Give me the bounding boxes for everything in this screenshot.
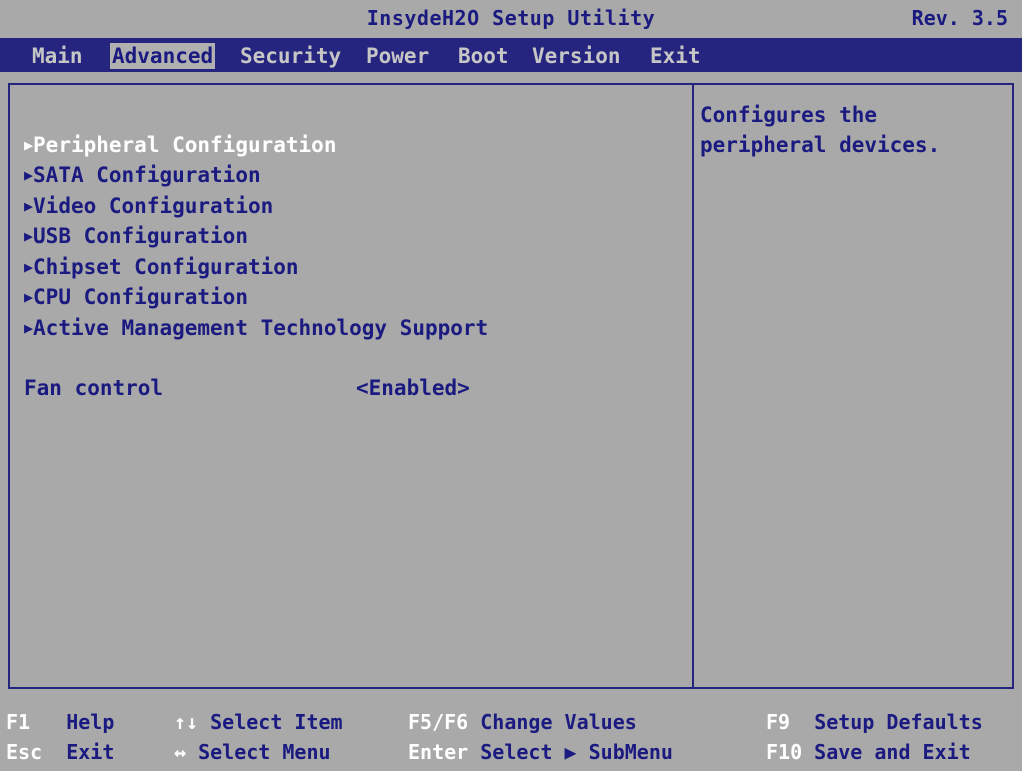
key-desc: Select Item (210, 710, 343, 734)
item-label: USB Configuration (33, 224, 248, 248)
right-triangle-icon: ▶ (24, 319, 34, 337)
right-triangle-icon: ▶ (24, 227, 34, 245)
tab-exit[interactable]: Exit (648, 43, 703, 69)
item-label: CPU Configuration (33, 285, 248, 309)
key-esc: Esc (6, 740, 43, 764)
key-enter: Enter (408, 740, 469, 764)
footer-change-values: F5/F6 Change Values (408, 710, 637, 734)
right-triangle-icon: ▶ (24, 258, 34, 276)
menu-item-chipset-configuration[interactable]: ▶Chipset Configuration (24, 255, 299, 279)
right-triangle-icon: ▶ (24, 288, 34, 306)
footer-select-menu: ↔ Select Menu (174, 740, 331, 764)
fan-control-value[interactable]: <Enabled> (356, 376, 470, 400)
item-label: Active Management Technology Support (33, 316, 489, 340)
key-f5-f6: F5/F6 (408, 710, 469, 734)
item-label: SATA Configuration (33, 163, 261, 187)
item-label: Video Configuration (33, 194, 274, 218)
fan-control-label[interactable]: Fan control (24, 376, 163, 400)
menu-item-amt-support[interactable]: ▶Active Management Technology Support (24, 316, 488, 340)
tab-security[interactable]: Security (238, 43, 343, 69)
key-f10: F10 (766, 740, 803, 764)
menu-bar: Main Advanced Security Power Boot Versio… (0, 38, 1022, 72)
tab-version[interactable]: Version (530, 43, 623, 69)
help-text-line-1: Configures the (700, 103, 878, 127)
right-triangle-icon: ▶ (24, 136, 34, 154)
footer-exit: Esc Exit (6, 740, 114, 764)
tab-advanced[interactable]: Advanced (110, 43, 216, 69)
tab-main[interactable]: Main (30, 43, 85, 69)
revision-label: Rev. 3.5 (911, 6, 1008, 30)
item-label: Chipset Configuration (33, 255, 299, 279)
left-right-arrows-icon: ↔ (174, 740, 187, 764)
menu-item-sata-configuration[interactable]: ▶SATA Configuration (24, 163, 261, 187)
key-f1: F1 (6, 710, 31, 734)
footer-help: F1 Help (6, 710, 114, 734)
key-f9: F9 (766, 710, 791, 734)
tab-power[interactable]: Power (364, 43, 431, 69)
key-desc: Exit (66, 740, 115, 764)
title-bar: InsydeH2O Setup Utility Rev. 3.5 (0, 0, 1022, 38)
key-desc: Select Menu (198, 740, 331, 764)
footer-save-exit: F10 Save and Exit (766, 740, 971, 764)
menu-item-video-configuration[interactable]: ▶Video Configuration (24, 194, 273, 218)
tab-boot[interactable]: Boot (456, 43, 511, 69)
menu-item-peripheral-configuration[interactable]: ▶Peripheral Configuration (24, 133, 336, 157)
footer-setup-defaults: F9 Setup Defaults (766, 710, 983, 734)
help-panel (692, 83, 1014, 689)
key-desc: Save and Exit (814, 740, 971, 764)
key-desc: Select ▶ SubMenu (480, 740, 673, 764)
footer-select-item: ↑↓ Select Item (174, 710, 343, 734)
key-desc: Change Values (480, 710, 637, 734)
menu-item-cpu-configuration[interactable]: ▶CPU Configuration (24, 285, 248, 309)
footer-select-submenu: Enter Select ▶ SubMenu (408, 740, 673, 764)
up-down-arrows-icon: ↑↓ (174, 710, 199, 734)
help-text-line-2: peripheral devices. (700, 133, 941, 157)
menu-item-usb-configuration[interactable]: ▶USB Configuration (24, 224, 248, 248)
key-desc: Help (66, 710, 115, 734)
right-triangle-icon: ▶ (24, 197, 34, 215)
right-triangle-icon: ▶ (24, 166, 34, 184)
key-desc: Setup Defaults (814, 710, 983, 734)
app-title: InsydeH2O Setup Utility (366, 6, 656, 30)
item-label: Peripheral Configuration (33, 133, 337, 157)
